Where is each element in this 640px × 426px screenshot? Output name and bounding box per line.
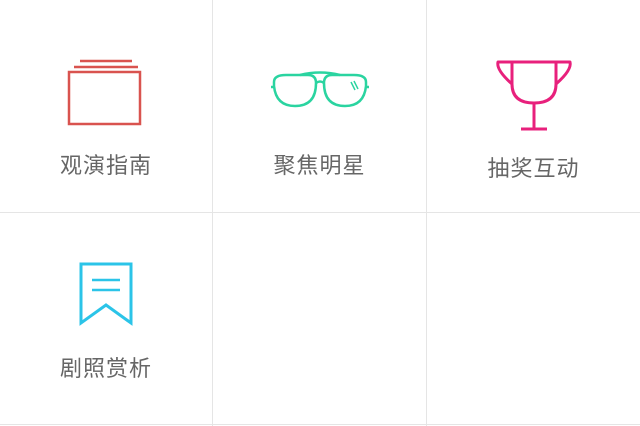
empty-cell [427, 213, 640, 424]
grid-divider [0, 424, 640, 425]
menu-item-lottery[interactable]: 抽奖互动 [427, 0, 640, 212]
screen-frame-icon [67, 59, 142, 126]
menu-item-label: 观演指南 [59, 154, 152, 179]
menu-item-viewing-guide[interactable]: 观演指南 [0, 0, 212, 212]
menu-item-label: 抽奖互动 [487, 157, 580, 182]
empty-cell [213, 213, 426, 424]
trophy-icon [495, 60, 572, 131]
menu-item-label: 剧照赏析 [59, 357, 152, 382]
bookmark-icon [79, 262, 133, 326]
menu-grid: 观演指南 聚焦明星 抽奖互动 剧照赏析 [0, 0, 640, 426]
menu-item-star-focus[interactable]: 聚焦明星 [213, 0, 426, 212]
menu-item-label: 聚焦明星 [273, 154, 366, 179]
menu-item-stills[interactable]: 剧照赏析 [0, 213, 212, 424]
sunglasses-icon [270, 71, 369, 108]
